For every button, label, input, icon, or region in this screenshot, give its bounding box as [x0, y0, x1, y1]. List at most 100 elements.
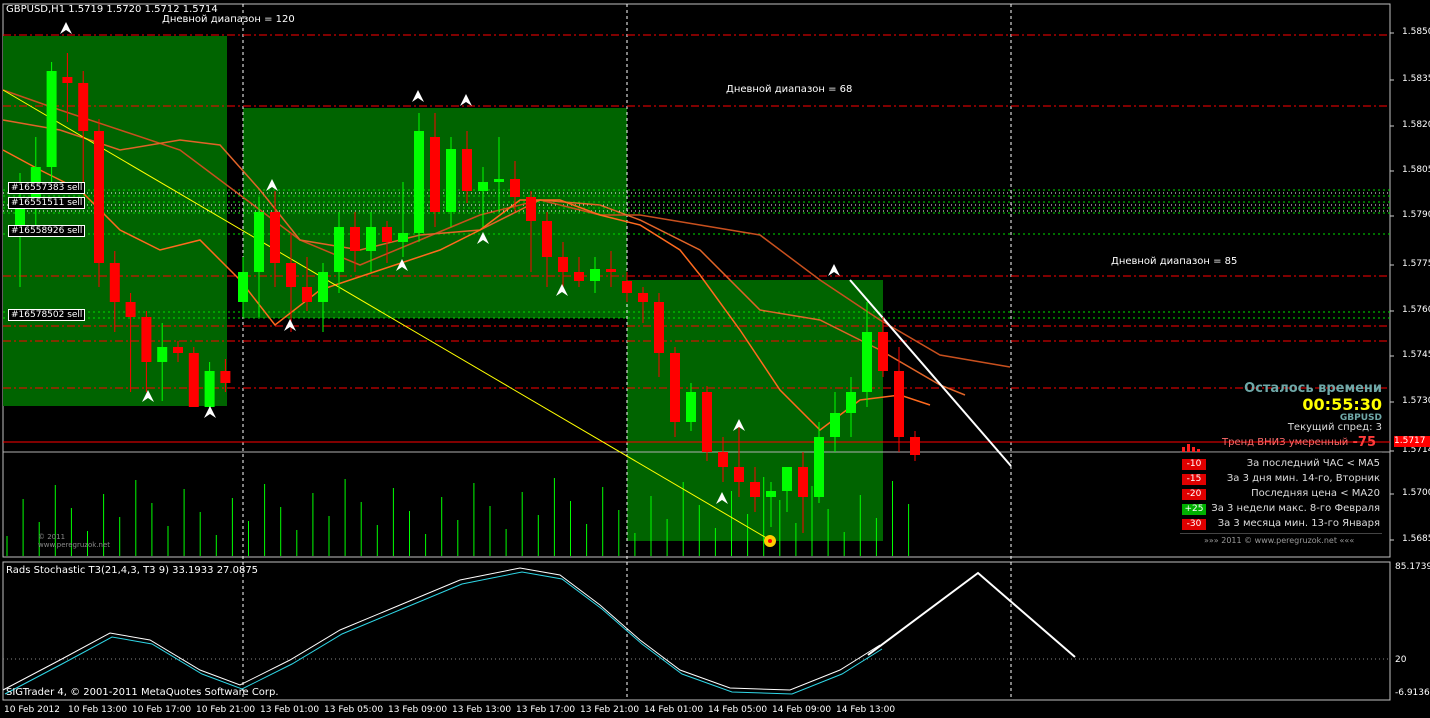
price-tick: 1.5790 [1402, 210, 1430, 220]
time-tick: 14 Feb 01:00 [644, 705, 704, 715]
copyright-text: SIGTrader 4, © 2001-2011 MetaQuotes Soft… [6, 687, 279, 698]
fractal-arrow-icon [412, 90, 424, 102]
order-label[interactable]: #16551511 sell [8, 197, 86, 209]
candle-body [894, 371, 904, 437]
info-row: -15 За 3 дня мин. 14-го, Вторник [1180, 473, 1382, 487]
candle-body [270, 212, 280, 263]
candle-body [734, 467, 744, 482]
price-tick: 1.5850 [1402, 27, 1430, 37]
candle-body [814, 437, 824, 497]
candle-body [782, 467, 792, 491]
mini-logo-text: © 2011 www.peregruzok.net [38, 533, 111, 549]
chart-canvas[interactable] [0, 0, 1430, 718]
price-marker-dot [768, 539, 772, 543]
candle-body [606, 269, 616, 272]
candle-body [750, 482, 760, 497]
candle-body [590, 269, 600, 281]
candle-body [78, 83, 89, 131]
candle-body [204, 371, 215, 407]
trend-label: Тренд ВНИЗ умеренный [1222, 437, 1349, 448]
stoch-main-line [2, 567, 881, 691]
candle-body [414, 131, 424, 233]
info-divider [1180, 452, 1382, 453]
score-text: За последний ЧАС < MA5 [1246, 458, 1380, 469]
candle-body [446, 149, 456, 212]
bars-icon [1182, 437, 1200, 456]
candle-body [334, 227, 344, 272]
candle-body [430, 137, 440, 212]
price-tick: 1.5820 [1402, 120, 1430, 130]
candle-body [286, 263, 296, 287]
score-text: За 3 дня мин. 14-го, Вторник [1226, 473, 1380, 484]
candle-body [173, 347, 183, 353]
time-tick: 10 Feb 13:00 [68, 705, 128, 715]
candle-body [654, 302, 664, 353]
countdown-timer: 00:55:30 [1302, 395, 1382, 414]
candle-body [542, 221, 552, 257]
candle-body [622, 281, 632, 293]
candle-body [46, 71, 57, 167]
range-label-3: Дневной диапазон = 85 [1111, 256, 1238, 267]
candle-body [238, 272, 248, 302]
price-tick: 1.5685 [1402, 534, 1430, 544]
candle-body [478, 182, 488, 191]
time-tick: 13 Feb 21:00 [580, 705, 640, 715]
stoch-projection-line [867, 571, 1076, 658]
price-tick: 1.5700 [1402, 488, 1430, 498]
indicator-title: Rads Stochastic T3(21,4,3, T3 9) 33.1933… [6, 565, 259, 576]
time-tick: 13 Feb 05:00 [324, 705, 384, 715]
time-tick: 10 Feb 21:00 [196, 705, 256, 715]
candle-body [526, 197, 536, 221]
candle-body [830, 413, 840, 437]
fractal-arrow-icon [460, 94, 472, 106]
time-tick: 14 Feb 09:00 [772, 705, 832, 715]
candle-body [718, 452, 728, 467]
range-label-1: Дневной диапазон = 120 [162, 14, 295, 25]
score-badge: +25 [1182, 504, 1206, 515]
candle-body [638, 293, 648, 302]
order-label[interactable]: #16558926 sell [8, 225, 86, 237]
candle-body [398, 233, 408, 242]
order-label[interactable]: #16557383 sell [8, 182, 86, 194]
candle-body [94, 131, 104, 263]
candle-body [366, 227, 376, 251]
price-tick: 1.5745 [1402, 350, 1430, 360]
info-row: -20 Последняя цена < MA20 [1180, 488, 1382, 502]
time-tick: 13 Feb 01:00 [260, 705, 320, 715]
price-tick: 1.5730 [1402, 396, 1430, 406]
candle-body [558, 257, 568, 272]
order-label[interactable]: #16578502 sell [8, 309, 86, 321]
info-row: -30 За 3 месяца мин. 13-го Января [1180, 518, 1382, 532]
indicator-tick: 85.1739 [1395, 562, 1430, 572]
time-tick: 13 Feb 17:00 [516, 705, 576, 715]
candle-body [462, 149, 472, 191]
info-divider [1180, 533, 1382, 534]
candle-body [125, 302, 136, 317]
fractal-arrow-icon [828, 264, 840, 276]
stoch-signal-line [4, 571, 883, 695]
fractal-arrow-icon [60, 22, 72, 34]
candle-body [318, 272, 328, 302]
candle-body [220, 371, 231, 383]
bid-price-badge: 1.5717 [1394, 436, 1430, 447]
remaining-time-label: Осталось времени [1244, 381, 1382, 396]
score-text: За 3 недели макс. 8-го Февраля [1211, 503, 1380, 514]
time-tick: 14 Feb 13:00 [836, 705, 896, 715]
candle-body [766, 491, 776, 497]
score-badge: -30 [1182, 519, 1206, 530]
candle-body [382, 227, 392, 242]
price-tick: 1.5835 [1402, 74, 1430, 84]
fractal-arrow-icon [284, 319, 296, 331]
candle-body [350, 227, 360, 251]
price-tick: 1.5775 [1402, 259, 1430, 269]
time-tick: 10 Feb 2012 [4, 705, 61, 715]
time-tick: 13 Feb 09:00 [388, 705, 448, 715]
candle-body [157, 347, 168, 362]
indicator-tick: -6.9136 [1395, 688, 1430, 698]
time-tick: 13 Feb 13:00 [452, 705, 512, 715]
info-row: +25 За 3 недели макс. 8-го Февраля [1180, 503, 1382, 517]
candle-body [878, 332, 888, 371]
fractal-arrow-icon [204, 406, 216, 418]
candle-body [670, 353, 680, 422]
indicator-tick: 20 [1395, 655, 1407, 665]
